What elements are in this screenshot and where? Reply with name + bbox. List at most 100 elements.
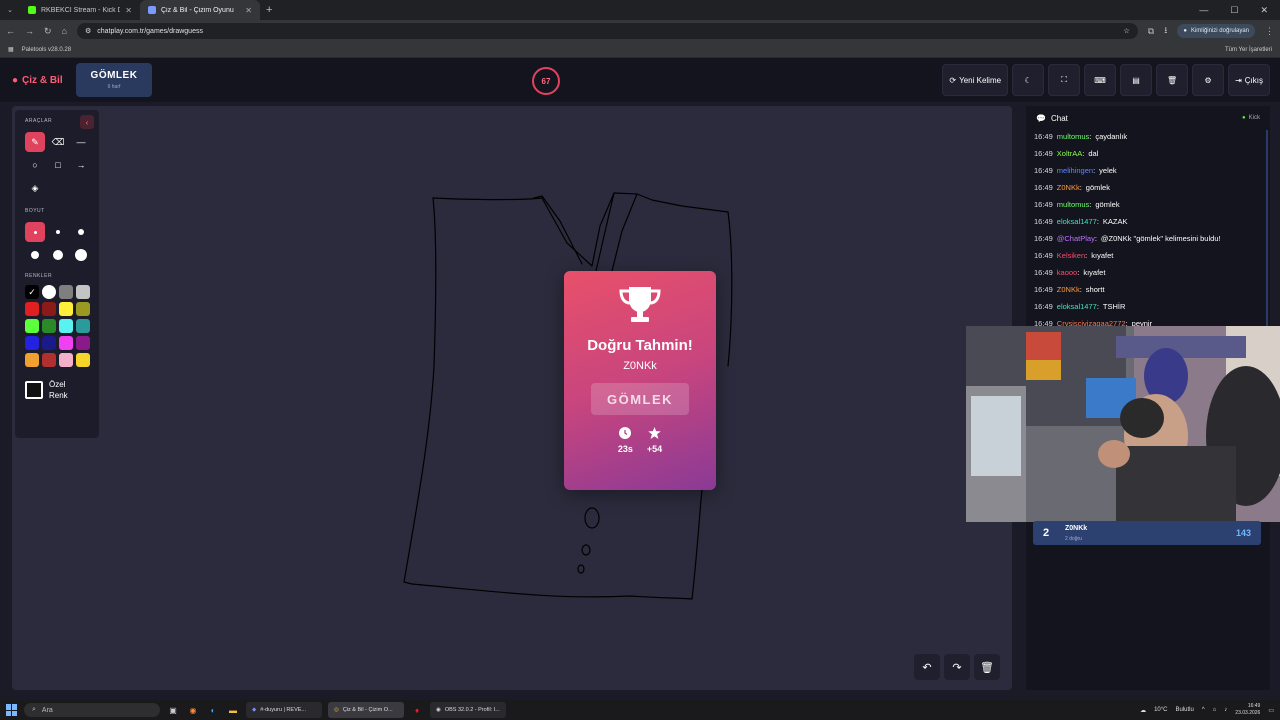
color-swatch[interactable] (76, 285, 90, 299)
close-tab-icon[interactable]: ✕ (245, 6, 252, 15)
color-swatch[interactable] (76, 302, 90, 316)
message-user[interactable]: @ChatPlay (1057, 234, 1095, 243)
minimize-icon[interactable]: — (1199, 5, 1208, 16)
color-swatch[interactable] (42, 302, 56, 316)
chat-scrollbar[interactable] (1266, 130, 1268, 326)
exit-button[interactable]: ⇥ Çıkış (1228, 64, 1270, 96)
line-tool[interactable]: — (71, 132, 91, 152)
fullscreen-button[interactable]: ⛶ (1048, 64, 1081, 96)
close-tab-icon[interactable]: ✕ (125, 6, 132, 15)
archive-button[interactable]: ▤ (1120, 64, 1153, 96)
network-icon[interactable]: ⌂ (1213, 707, 1217, 713)
back-icon[interactable]: ← (6, 26, 15, 36)
eraser-tool[interactable]: ⌫ (48, 132, 68, 152)
message-user[interactable]: multomus (1057, 132, 1090, 141)
bookmark-item[interactable]: Paletools v28.0.28 (22, 47, 71, 53)
apps-grid-icon[interactable]: ▦ (8, 46, 14, 53)
color-swatch[interactable] (59, 353, 73, 367)
color-swatch[interactable] (76, 353, 90, 367)
taskbar-app-discord[interactable]: ◆ #-duyuru | REVE... (246, 702, 322, 718)
bookmark-star-icon[interactable]: ☆ (1123, 27, 1129, 35)
color-swatch[interactable] (59, 302, 73, 316)
red-app-icon[interactable]: ♦ (410, 703, 424, 717)
color-swatch[interactable] (25, 336, 39, 350)
clock[interactable]: 16:49 23.03.2026 (1235, 703, 1260, 717)
forward-icon[interactable]: → (25, 26, 34, 36)
theme-toggle-button[interactable]: ☾ (1012, 64, 1045, 96)
size-option[interactable] (71, 222, 91, 242)
message-user[interactable]: Kelsiken (1057, 251, 1085, 260)
size-option[interactable] (25, 245, 45, 265)
color-swatch[interactable] (42, 353, 56, 367)
rectangle-tool[interactable]: □ (48, 155, 68, 175)
volume-icon[interactable]: ♪ (1224, 707, 1227, 713)
drawing-canvas[interactable] (12, 106, 1012, 690)
file-explorer-icon[interactable]: ▬ (226, 703, 240, 717)
brush-tool[interactable]: ✎ (25, 132, 45, 152)
message-user[interactable]: multomus (1057, 200, 1090, 209)
message-user[interactable]: XoltrAA (1057, 149, 1082, 158)
profile-chip[interactable]: ● Kimliğinizi doğrulayan (1177, 24, 1255, 38)
message-user[interactable]: kaooo (1057, 268, 1077, 277)
color-swatch[interactable]: ✓ (25, 285, 39, 299)
color-swatch[interactable] (76, 336, 90, 350)
reload-icon[interactable]: ↻ (44, 26, 52, 37)
message-user[interactable]: eloksal1477 (1057, 217, 1097, 226)
color-swatch[interactable] (25, 319, 39, 333)
windows-start-icon[interactable] (6, 704, 18, 716)
color-swatch[interactable] (42, 319, 56, 333)
message-user[interactable]: Z0NKk (1057, 183, 1080, 192)
color-swatch[interactable] (25, 302, 39, 316)
undo-button[interactable]: ↶ (914, 654, 940, 680)
browser-tab-drawguess[interactable]: Çiz & Bil - Çizim Oyunu ✕ (140, 0, 260, 20)
size-option[interactable] (48, 245, 68, 265)
size-option[interactable] (25, 222, 45, 242)
fill-tool[interactable]: ◈ (25, 178, 45, 198)
browser-tab-kick[interactable]: RKBEKCI Stream - Kick Dashbo ✕ (20, 0, 140, 20)
redo-button[interactable]: ↷ (944, 654, 970, 680)
taskbar-app-chrome[interactable]: ◎ Çiz & Bil - Çizim O... (328, 702, 404, 718)
maximize-icon[interactable]: ☐ (1230, 5, 1238, 16)
arrow-tool[interactable]: → (71, 155, 91, 175)
color-swatch[interactable] (25, 353, 39, 367)
size-option[interactable] (48, 222, 68, 242)
circle-tool[interactable]: ○ (25, 155, 45, 175)
close-window-icon[interactable]: ✕ (1260, 5, 1268, 16)
weather-temp[interactable]: 10°C (1154, 707, 1167, 713)
keyboard-button[interactable]: ⌨ (1084, 64, 1117, 96)
notification-icon[interactable]: ▭ (1268, 707, 1274, 714)
color-swatch[interactable] (59, 285, 73, 299)
collapse-panel-button[interactable]: ‹ (80, 115, 94, 129)
edge-icon[interactable]: ◐ (206, 703, 220, 717)
menu-icon[interactable]: ⋮ (1265, 26, 1274, 37)
copilot-icon[interactable]: ◉ (186, 703, 200, 717)
message-user[interactable]: eloksal1477 (1057, 302, 1097, 311)
color-swatch[interactable] (42, 336, 56, 350)
home-icon[interactable]: ⌂ (62, 26, 67, 36)
new-tab-button[interactable]: + (260, 4, 278, 16)
message-user[interactable]: melihingen (1057, 166, 1093, 175)
task-view-icon[interactable]: ▣ (166, 703, 180, 717)
clear-canvas-button[interactable]: 🗑 (974, 654, 1000, 680)
color-swatch[interactable] (76, 319, 90, 333)
brand-logo[interactable]: ● Çiz & Bil (12, 75, 76, 86)
message-user[interactable]: Z0NKk (1057, 285, 1080, 294)
player-rank: 2 (1043, 527, 1050, 539)
size-option[interactable] (71, 245, 91, 265)
taskbar-app-obs[interactable]: ◉ OBS 32.0.2 - Profil: I... (430, 702, 506, 718)
custom-color-button[interactable]: Özel Renk (25, 379, 89, 401)
color-swatch[interactable] (42, 285, 56, 299)
tray-chevron-icon[interactable]: ^ (1202, 707, 1205, 713)
tab-search-icon[interactable]: ⌄ (0, 6, 20, 14)
delete-button[interactable]: 🗑 (1156, 64, 1189, 96)
new-word-button[interactable]: ⟳ Yeni Kelime (942, 64, 1009, 96)
settings-button[interactable]: ⚙ (1192, 64, 1225, 96)
extensions-icon[interactable]: ⧉ (1148, 26, 1154, 37)
all-bookmarks-link[interactable]: Tüm Yer İşaretleri (1225, 47, 1272, 53)
taskbar-search[interactable]: ⌕ Ara (24, 703, 160, 717)
color-swatch[interactable] (59, 319, 73, 333)
download-icon[interactable]: ⭳ (1164, 23, 1167, 39)
site-info-icon[interactable]: ⚙ (85, 27, 91, 35)
url-field[interactable]: ⚙ chatplay.com.tr/games/drawguess ☆ (76, 23, 1138, 39)
color-swatch[interactable] (59, 336, 73, 350)
